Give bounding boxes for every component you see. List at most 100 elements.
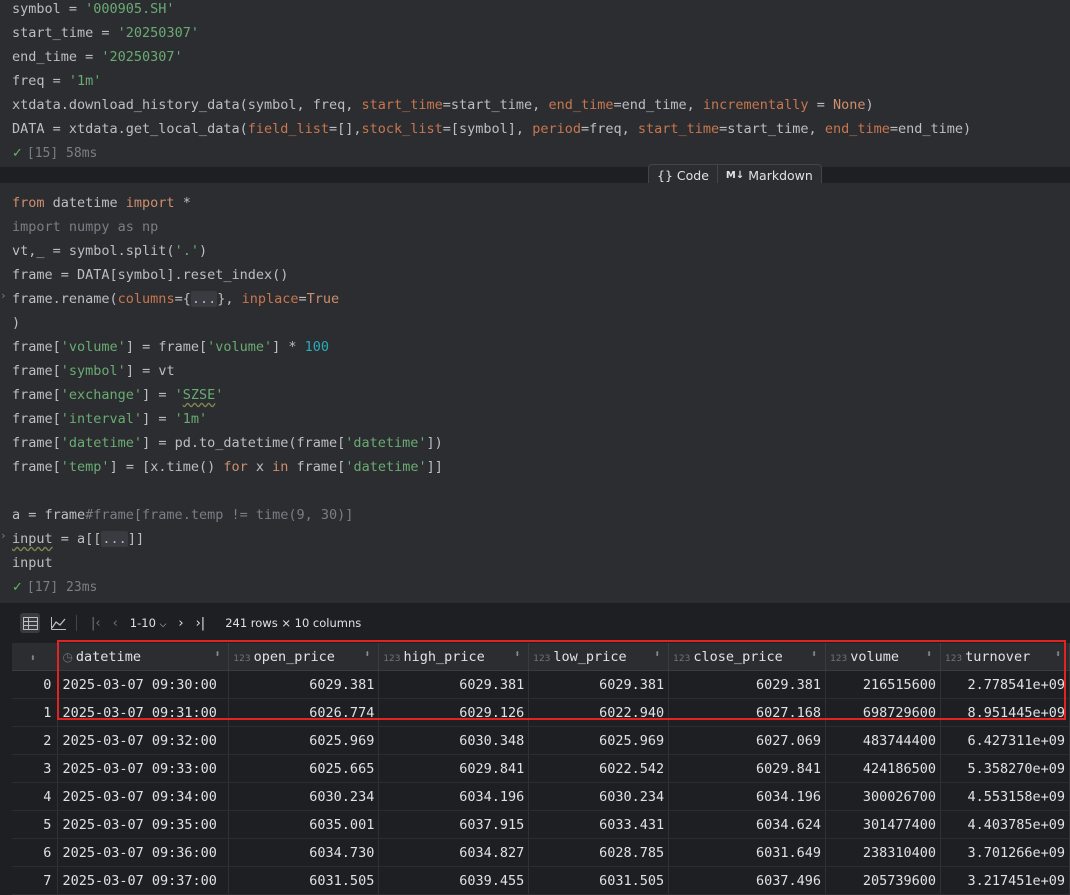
code-line[interactable]: frame['symbol'] = vt — [12, 361, 175, 381]
code-line[interactable]: symbol = '000905.SH' — [12, 0, 175, 19]
table-cell: 6029.841 — [378, 754, 530, 783]
code-line[interactable]: input = a[[...]] — [12, 529, 144, 549]
prev-page-icon[interactable]: ‹ — [113, 616, 118, 631]
column-name: open_price — [253, 648, 335, 665]
table-cell: 2025-03-07 09:30:00 — [57, 670, 230, 699]
code-line[interactable]: frame['volume'] = frame['volume'] * 100 — [12, 337, 329, 357]
table-row[interactable]: 3 2025-03-07 09:33:00 6025.665 6029.841 6022… — [12, 754, 1070, 783]
code-line[interactable]: ) — [12, 313, 20, 333]
code-token: ]] — [426, 459, 443, 475]
table-cell: 6025.969 — [528, 726, 670, 755]
code-line[interactable]: start_time = '20250307' — [12, 23, 199, 43]
table-row[interactable]: 2 2025-03-07 09:32:00 6025.969 6030.348 6025… — [12, 726, 1070, 755]
code-token: =end_time) — [889, 121, 972, 137]
code-line[interactable]: from datetime import * — [12, 193, 191, 213]
numeric-type-icon: 123 — [383, 653, 401, 664]
column-header-datetime[interactable]: ◷ datetime ⬍ — [57, 643, 230, 671]
code-line[interactable]: a = frame#frame[frame.temp != time(9, 30… — [12, 505, 353, 525]
code-line[interactable]: frame['datetime'] = pd.to_datetime(frame… — [12, 433, 443, 453]
column-header-high_price[interactable]: 123 high_price ⬍ — [378, 643, 530, 671]
table-row[interactable]: 5 2025-03-07 09:35:00 6035.001 6037.915 6033… — [12, 810, 1070, 839]
table-cell: 6037.496 — [668, 866, 827, 895]
code-token: inplace — [241, 291, 299, 307]
code-token: = — [298, 291, 307, 307]
code-token: ] * — [272, 339, 305, 355]
code-token: for — [223, 459, 248, 475]
code-token: ] = frame[ — [125, 339, 208, 355]
row-index: 0 — [12, 670, 59, 699]
page-range-select[interactable]: 1-10 ⌵ — [130, 616, 167, 630]
table-row[interactable]: 6 2025-03-07 09:36:00 6034.730 6034.827 6028… — [12, 838, 1070, 867]
code-token: 'exchange' — [60, 387, 143, 403]
table-cell: 6.427311e+09 — [940, 726, 1070, 755]
code-line[interactable]: import numpy as np — [12, 217, 158, 237]
code-line[interactable]: freq = '1m' — [12, 71, 101, 91]
code-token: 'symbol' — [60, 363, 126, 379]
code-line[interactable]: input — [12, 553, 53, 573]
code-token: end_time = — [12, 49, 102, 65]
code-line[interactable]: DATA = xtdata.get_local_data(field_list=… — [12, 119, 971, 139]
fold-chevron-icon[interactable]: › — [0, 289, 8, 302]
column-header-open_price[interactable]: 123 open_price ⬍ — [228, 643, 380, 671]
code-line[interactable]: end_time = '20250307' — [12, 47, 183, 67]
code-line[interactable]: frame['interval'] = '1m' — [12, 409, 207, 429]
table-cell: 2025-03-07 09:33:00 — [57, 754, 230, 783]
table-row[interactable]: 7 2025-03-07 09:37:00 6031.505 6039.455 6031… — [12, 866, 1070, 895]
table-cell: 6029.381 — [228, 670, 380, 699]
table-cell: 6029.381 — [668, 670, 827, 699]
code-token: frame[ — [12, 339, 61, 355]
table-row[interactable]: 4 2025-03-07 09:34:00 6030.234 6034.196 6030… — [12, 782, 1070, 811]
table-cell: 2025-03-07 09:32:00 — [57, 726, 230, 755]
code-line[interactable]: vt,_ = symbol.split('.') — [12, 241, 207, 261]
code-token: 'temp' — [60, 459, 110, 475]
column-header-turnover[interactable]: 123 turnover ⬍ — [940, 643, 1070, 671]
next-page-icon[interactable]: › — [178, 616, 183, 631]
table-cell: 6034.196 — [378, 782, 530, 811]
code-line[interactable]: frame['exchange'] = 'SZSE' — [12, 385, 223, 405]
execution-status: ✓ [15] 58ms — [12, 144, 97, 164]
column-header-low_price[interactable]: 123 low_price ⬍ — [528, 643, 670, 671]
table-cell: 6026.774 — [228, 698, 380, 727]
table-cell: 300026700 — [825, 782, 941, 811]
code-token: end_time — [548, 97, 614, 113]
check-icon: ✓ — [12, 580, 23, 595]
code-token: frame[ — [12, 363, 61, 379]
last-page-icon[interactable]: ›| — [196, 616, 206, 631]
column-header-volume[interactable]: 123 volume ⬍ — [825, 643, 941, 671]
table-view-icon[interactable] — [20, 613, 40, 633]
sort-icon[interactable]: ⬍ — [926, 649, 932, 660]
table-cell: 6034.196 — [668, 782, 827, 811]
code-token: columns — [117, 291, 175, 307]
table-cell: 2025-03-07 09:31:00 — [57, 698, 230, 727]
table-row[interactable]: 0 2025-03-07 09:30:00 6029.381 6029.381 6029… — [12, 670, 1070, 699]
code-cell-2[interactable]: from datetime import * import numpy as np… — [0, 183, 1070, 603]
code-token: ] = — [142, 411, 175, 427]
code-token: frame.rename( — [12, 291, 118, 307]
dataframe-output: |‹ ‹ 1-10 ⌵ › ›| 241 rows × 10 columns ⬍… — [12, 604, 1070, 895]
fold-chevron-icon[interactable]: › — [0, 529, 8, 542]
code-line[interactable]: frame = DATA[symbol].reset_index() — [12, 265, 288, 285]
code-token: '1m' — [174, 411, 208, 427]
sort-icon[interactable]: ⬍ — [514, 649, 520, 660]
sort-icon[interactable]: ⬍ — [214, 649, 220, 660]
first-page-icon[interactable]: |‹ — [91, 616, 101, 631]
index-header[interactable]: ⬍ — [12, 643, 59, 671]
chart-view-icon[interactable] — [48, 613, 68, 633]
sort-icon[interactable]: ⬍ — [1055, 649, 1061, 660]
sort-icon[interactable]: ⬍ — [30, 653, 36, 664]
table-cell: 6029.381 — [528, 670, 670, 699]
table-cell: 6022.940 — [528, 698, 670, 727]
code-line[interactable]: frame.rename(columns={...}, inplace=True — [12, 289, 339, 309]
column-header-close_price[interactable]: 123 close_price ⬍ — [668, 643, 827, 671]
sort-icon[interactable]: ⬍ — [811, 649, 817, 660]
sort-icon[interactable]: ⬍ — [364, 649, 370, 660]
sort-icon[interactable]: ⬍ — [654, 649, 660, 660]
table-cell: 3.701266e+09 — [940, 838, 1070, 867]
divider — [76, 615, 77, 631]
code-line[interactable]: frame['temp'] = [x.time() for x in frame… — [12, 457, 443, 477]
code-line[interactable]: xtdata.download_history_data(symbol, fre… — [12, 95, 874, 115]
code-token: ]] — [127, 531, 145, 547]
code-token: = — [808, 97, 833, 113]
table-row[interactable]: 1 2025-03-07 09:31:00 6026.774 6029.126 6022… — [12, 698, 1070, 727]
code-cell-1[interactable]: symbol = '000905.SH' start_time = '202503… — [0, 0, 1070, 167]
